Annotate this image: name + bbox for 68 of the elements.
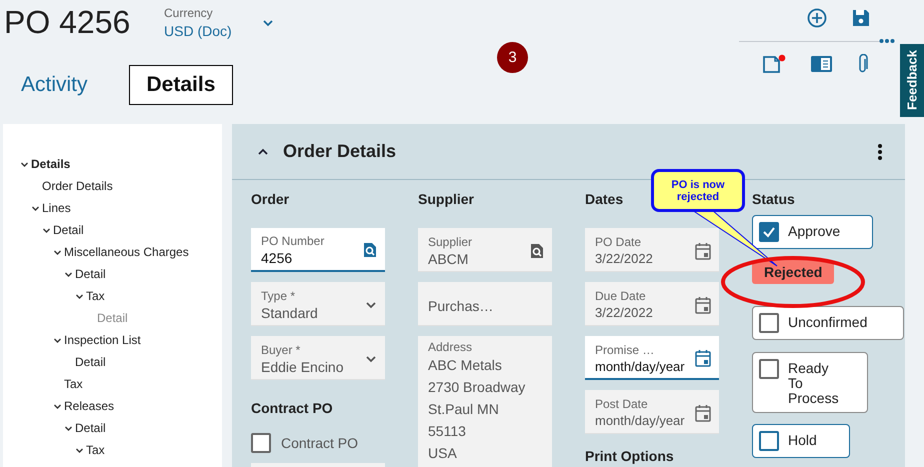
chevron-icon[interactable] [75, 292, 84, 300]
paperclip-icon[interactable] [857, 54, 869, 74]
tree-item[interactable]: Detail [53, 223, 84, 237]
input-field[interactable]: Promise … month/day/year [585, 336, 719, 380]
tree-item[interactable]: Lines [42, 201, 71, 215]
section-heading: Order [251, 191, 290, 209]
callout-note: PO is now rejected [651, 169, 745, 212]
calendar-icon[interactable] [695, 349, 711, 367]
page-title: PO 4256 [4, 4, 132, 41]
section-heading: Print Options [585, 448, 674, 466]
chevron-icon[interactable] [42, 226, 51, 234]
checkbox-label: Contract PO [281, 435, 358, 451]
currency-label: Currency [164, 6, 214, 20]
section-heading: Supplier [418, 191, 474, 209]
tree-item[interactable]: Miscellaneous Charges [64, 245, 189, 259]
chevron-icon[interactable] [53, 248, 62, 256]
chevron-icon[interactable] [64, 270, 73, 278]
lookup-icon[interactable] [363, 242, 377, 258]
save-icon[interactable] [852, 9, 870, 27]
calendar-icon[interactable] [695, 404, 711, 422]
checkmark-icon [762, 225, 776, 239]
lookup-icon[interactable] [530, 242, 544, 258]
panel-icon[interactable] [811, 56, 832, 72]
tree-item[interactable]: Order Details [42, 179, 113, 193]
chevron-icon[interactable] [31, 204, 40, 212]
panel-title: Order Details [283, 141, 396, 162]
feedback-tab[interactable]: Feedback [900, 44, 924, 117]
tree-item[interactable]: Details [31, 157, 70, 171]
tree-item[interactable]: Detail [75, 355, 106, 369]
status-badge: Rejected [752, 260, 834, 284]
input-field[interactable]: Buyer * Eddie Encino [251, 336, 385, 380]
input-field[interactable]: Supplier ABCM [418, 228, 552, 272]
chevron-icon[interactable] [53, 336, 62, 344]
input-field[interactable]: PO Date 3/22/2022 [585, 228, 719, 272]
tab[interactable]: Details [128, 65, 234, 105]
tree-item[interactable]: Releases [64, 399, 114, 413]
chevron-icon[interactable] [75, 446, 84, 454]
tree-item[interactable]: Detail [75, 421, 106, 435]
input-field[interactable]: Purchas… [418, 282, 552, 326]
input-field[interactable]: PO Number 4256 [251, 228, 385, 272]
currency-value[interactable]: USD (Doc) [164, 23, 262, 39]
more-icon[interactable] [877, 142, 883, 160]
tree-item[interactable]: Tax [86, 443, 105, 457]
tree-item[interactable]: Inspection List [64, 333, 141, 347]
tab[interactable]: Activity [3, 65, 106, 105]
checkbox[interactable] [251, 433, 271, 453]
status-checkbox[interactable]: Unconfirmed [752, 306, 904, 340]
input-field[interactable]: Due Date 3/22/2022 [585, 282, 719, 326]
document-icon[interactable] [762, 54, 786, 74]
tree-item[interactable]: Tax [86, 289, 105, 303]
status-checkbox[interactable]: Hold [752, 424, 850, 458]
section-heading: Dates [585, 191, 624, 209]
chevron-icon[interactable] [64, 424, 73, 432]
step-badge: 3 [497, 42, 528, 73]
tree-item[interactable]: Detail [75, 267, 106, 281]
chevron-icon[interactable] [53, 402, 62, 410]
chevron-icon[interactable] [20, 160, 29, 168]
status-checkbox[interactable]: Ready To Process [752, 352, 868, 413]
add-icon[interactable] [807, 8, 827, 28]
section-heading: Status [752, 191, 795, 209]
status-checkbox[interactable]: Approve [752, 215, 873, 249]
section-heading: Contract PO [251, 400, 333, 418]
calendar-icon[interactable] [695, 296, 711, 314]
tree-item[interactable]: Tax [64, 377, 83, 391]
calendar-icon[interactable] [695, 242, 711, 260]
input-field[interactable]: Type * Standard [251, 282, 385, 326]
address-field[interactable]: Address ABC Metals 2730 Broadway St.Paul MN 55113 USA [418, 336, 552, 467]
input-field[interactable]: Post Date month/day/year [585, 390, 719, 434]
